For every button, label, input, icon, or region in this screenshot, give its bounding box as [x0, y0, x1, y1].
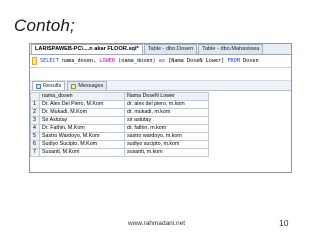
tab-query-editor[interactable]: LARISPAWEB-PC\....n akar FLOOR.sql*	[31, 44, 143, 54]
table-cell[interactable]: sastro wardoyo, m.kom	[124, 132, 209, 141]
table-cell[interactable]: dr. alex del piero, m.kom	[124, 100, 209, 109]
grid-icon	[36, 83, 41, 89]
table-cell[interactable]: Sudiyo Sucipto, M.Kom	[39, 140, 125, 149]
table-row[interactable]: 5 Sastro Wardoyo, M.Kom sastro wardoyo, …	[30, 132, 209, 141]
table-row[interactable]: 6 Sudiyo Sucipto, M.Kom sudiyo sucipto, …	[30, 140, 209, 149]
table-cell[interactable]: sudiyo sucipto, m.kom	[124, 140, 209, 149]
footer-url: www.rahmadani.net	[128, 220, 186, 227]
results-tabstrip: Results Messages	[30, 81, 291, 91]
line-marker-icon	[32, 57, 37, 65]
table-cell[interactable]: sir astutay	[124, 116, 209, 125]
row-number: 4	[30, 124, 40, 133]
table-row[interactable]: 7 Susanti, M.Kom susanti, m.kom	[30, 148, 209, 157]
table-cell[interactable]: Dr. Fathin, M.Kom	[39, 124, 125, 133]
table-row[interactable]: 4 Dr. Fathin, M.Kom dr. fathin, m.kom	[30, 124, 209, 133]
results-grid: nama_dosen Nama DoseN Lower 1 Dr. Alex D…	[30, 92, 209, 157]
tab-messages[interactable]: Messages	[67, 81, 108, 90]
tab-results[interactable]: Results	[32, 81, 66, 90]
tab-results-label: Results	[43, 83, 62, 89]
query-text: SELECT nama_dosen, LOWER (nama_dosen) as…	[40, 58, 259, 64]
grid-header-row: nama_dosen Nama DoseN Lower	[30, 92, 209, 101]
table-cell[interactable]: Sastro Wardoyo, M.Kom	[39, 132, 125, 141]
table-cell[interactable]: susanti, m.kom	[124, 148, 209, 157]
table-row[interactable]: 2 Dr. Mukadi, M.Kom dr. mukadi, m.kom	[30, 108, 209, 117]
row-number: 5	[30, 132, 40, 141]
table-row[interactable]: 3 Sir Astutay sir astutay	[30, 116, 209, 125]
column-header-nama-dosen-lower[interactable]: Nama DoseN Lower	[124, 92, 209, 101]
tab-table-dosen[interactable]: Table - dbo.Dosen	[143, 44, 198, 54]
table-cell[interactable]: Susanti, M.Kom	[39, 148, 125, 157]
row-number: 6	[30, 140, 40, 149]
ssms-window: LARISPAWEB-PC\....n akar FLOOR.sql* Tabl…	[29, 43, 292, 173]
row-number: 2	[30, 108, 40, 117]
table-cell[interactable]: dr. fathin, m.kom	[124, 124, 209, 133]
document-tabstrip: LARISPAWEB-PC\....n akar FLOOR.sql* Tabl…	[30, 44, 291, 55]
table-row[interactable]: 1 Dr. Alex Del Piero, M.Kom dr. alex del…	[30, 100, 209, 109]
grid-corner[interactable]	[30, 92, 40, 101]
table-cell[interactable]: dr. mukadi, m.kom	[124, 108, 209, 117]
tab-table-mahasiswa[interactable]: Table - dbo.Mahasiswa	[198, 44, 264, 54]
row-number: 1	[30, 100, 40, 109]
table-cell[interactable]: Dr. Alex Del Piero, M.Kom	[39, 100, 125, 109]
column-header-nama-dosen[interactable]: nama_dosen	[39, 92, 125, 101]
row-number: 7	[30, 148, 40, 157]
query-editor[interactable]: SELECT nama_dosen, LOWER (nama_dosen) as…	[30, 55, 291, 68]
editor-blank-area[interactable]	[30, 68, 291, 81]
tab-messages-label: Messages	[78, 83, 104, 89]
table-cell[interactable]: Dr. Mukadi, M.Kom	[39, 108, 125, 117]
table-cell[interactable]: Sir Astutay	[39, 116, 125, 125]
slide-title: Contoh;	[14, 16, 75, 35]
row-number: 3	[30, 116, 40, 125]
messages-icon	[71, 83, 77, 89]
page-number: 10	[279, 218, 289, 228]
